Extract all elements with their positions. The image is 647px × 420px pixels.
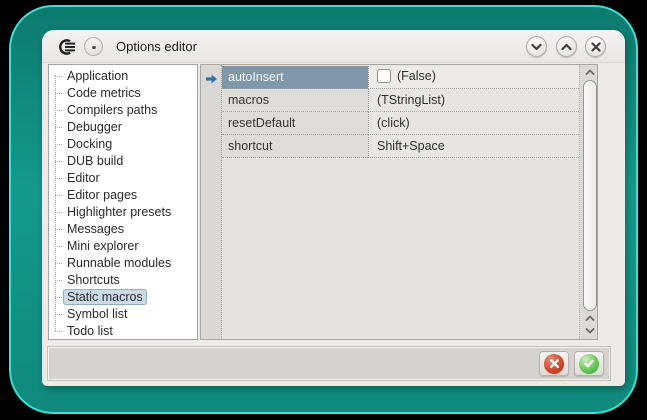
sidebar-item-label: Editor pages [63, 187, 141, 203]
maximize-button[interactable] [556, 36, 577, 57]
sidebar-item-label: Shortcuts [63, 272, 124, 288]
sidebar-item-runnable-modules[interactable]: Runnable modules [49, 255, 197, 272]
sidebar-item-label: Mini explorer [63, 238, 143, 254]
property-value-shortcut[interactable]: Shift+Space [368, 135, 579, 158]
sidebar-item-editor-pages[interactable]: Editor pages [49, 187, 197, 204]
window-menu-button[interactable] [84, 37, 103, 56]
cancel-button[interactable] [539, 351, 569, 376]
minimize-button[interactable] [526, 36, 547, 57]
categories-tree: Application Code metrics Compilers paths… [48, 64, 198, 340]
sidebar-item-label: Todo list [63, 323, 117, 339]
sidebar-item-label: Compilers paths [63, 102, 161, 118]
sidebar-item-label: Application [63, 68, 132, 84]
property-name-macros[interactable]: macros [222, 89, 368, 112]
sidebar-item-dub-build[interactable]: DUB build [49, 153, 197, 170]
sidebar-item-static-macros[interactable]: Static macros [49, 289, 197, 306]
close-button[interactable] [585, 36, 606, 57]
property-grid-gutter [201, 65, 222, 339]
window-menu-icon [92, 46, 96, 49]
property-value-text: (False) [397, 69, 436, 83]
titlebar[interactable]: Options editor [42, 30, 625, 63]
coedit-logo-icon [57, 39, 77, 60]
sidebar-item-symbol-list[interactable]: Symbol list [49, 306, 197, 323]
property-value-text: Shift+Space [377, 139, 445, 153]
cancel-icon [544, 354, 564, 374]
ok-icon [579, 354, 599, 374]
window-title: Options editor [116, 39, 197, 54]
scrollbar-up-icon[interactable] [584, 67, 596, 77]
sidebar-item-compilers-paths[interactable]: Compilers paths [49, 102, 197, 119]
sidebar-item-label: Highlighter presets [63, 204, 175, 220]
sidebar-item-label: Messages [63, 221, 128, 237]
property-name-resetdefault[interactable]: resetDefault [222, 112, 368, 135]
sidebar-item-label: Static macros [63, 289, 147, 305]
property-value-macros[interactable]: (TStringList) [368, 89, 579, 112]
footer-bar [48, 347, 610, 380]
sidebar-item-label: Code metrics [63, 85, 145, 101]
sidebar-item-label: Editor [63, 170, 104, 186]
scrollbar-up-button[interactable] [584, 313, 596, 323]
property-value-text: (TStringList) [377, 93, 445, 107]
sidebar-item-label: DUB build [63, 153, 127, 169]
property-value-text: (click) [377, 116, 410, 130]
selected-row-arrow-icon [205, 72, 218, 90]
sidebar-item-editor[interactable]: Editor [49, 170, 197, 187]
sidebar-item-label: Debugger [63, 119, 126, 135]
sidebar-item-application[interactable]: Application [49, 68, 197, 85]
options-editor-window: Options editor Application Code metrics … [42, 30, 625, 386]
property-grid: autoInsert macros resetDefault shortcut … [200, 64, 598, 340]
grid-scrollbar[interactable] [579, 65, 598, 339]
close-icon [591, 42, 601, 52]
sidebar-item-messages[interactable]: Messages [49, 221, 197, 238]
property-name-shortcut[interactable]: shortcut [222, 135, 368, 158]
sidebar-item-label: Docking [63, 136, 116, 152]
sidebar-item-docking[interactable]: Docking [49, 136, 197, 153]
sidebar-item-mini-explorer[interactable]: Mini explorer [49, 238, 197, 255]
sidebar-item-debugger[interactable]: Debugger [49, 119, 197, 136]
property-name-autoinsert[interactable]: autoInsert [222, 66, 368, 89]
autoinsert-checkbox[interactable] [377, 69, 391, 83]
sidebar-item-todo-list[interactable]: Todo list [49, 323, 197, 340]
sidebar-item-label: Symbol list [63, 306, 131, 322]
chevron-up-icon [561, 43, 572, 51]
sidebar-item-highlighter-presets[interactable]: Highlighter presets [49, 204, 197, 221]
chevron-down-icon [531, 43, 542, 51]
sidebar-item-code-metrics[interactable]: Code metrics [49, 85, 197, 102]
sidebar-item-shortcuts[interactable]: Shortcuts [49, 272, 197, 289]
scrollbar-thumb[interactable] [583, 80, 597, 311]
ok-button[interactable] [574, 351, 604, 376]
sidebar-item-label: Runnable modules [63, 255, 175, 271]
property-value-resetdefault[interactable]: (click) [368, 112, 579, 135]
property-value-autoinsert[interactable]: (False) [368, 66, 579, 89]
scrollbar-down-button[interactable] [584, 325, 596, 335]
